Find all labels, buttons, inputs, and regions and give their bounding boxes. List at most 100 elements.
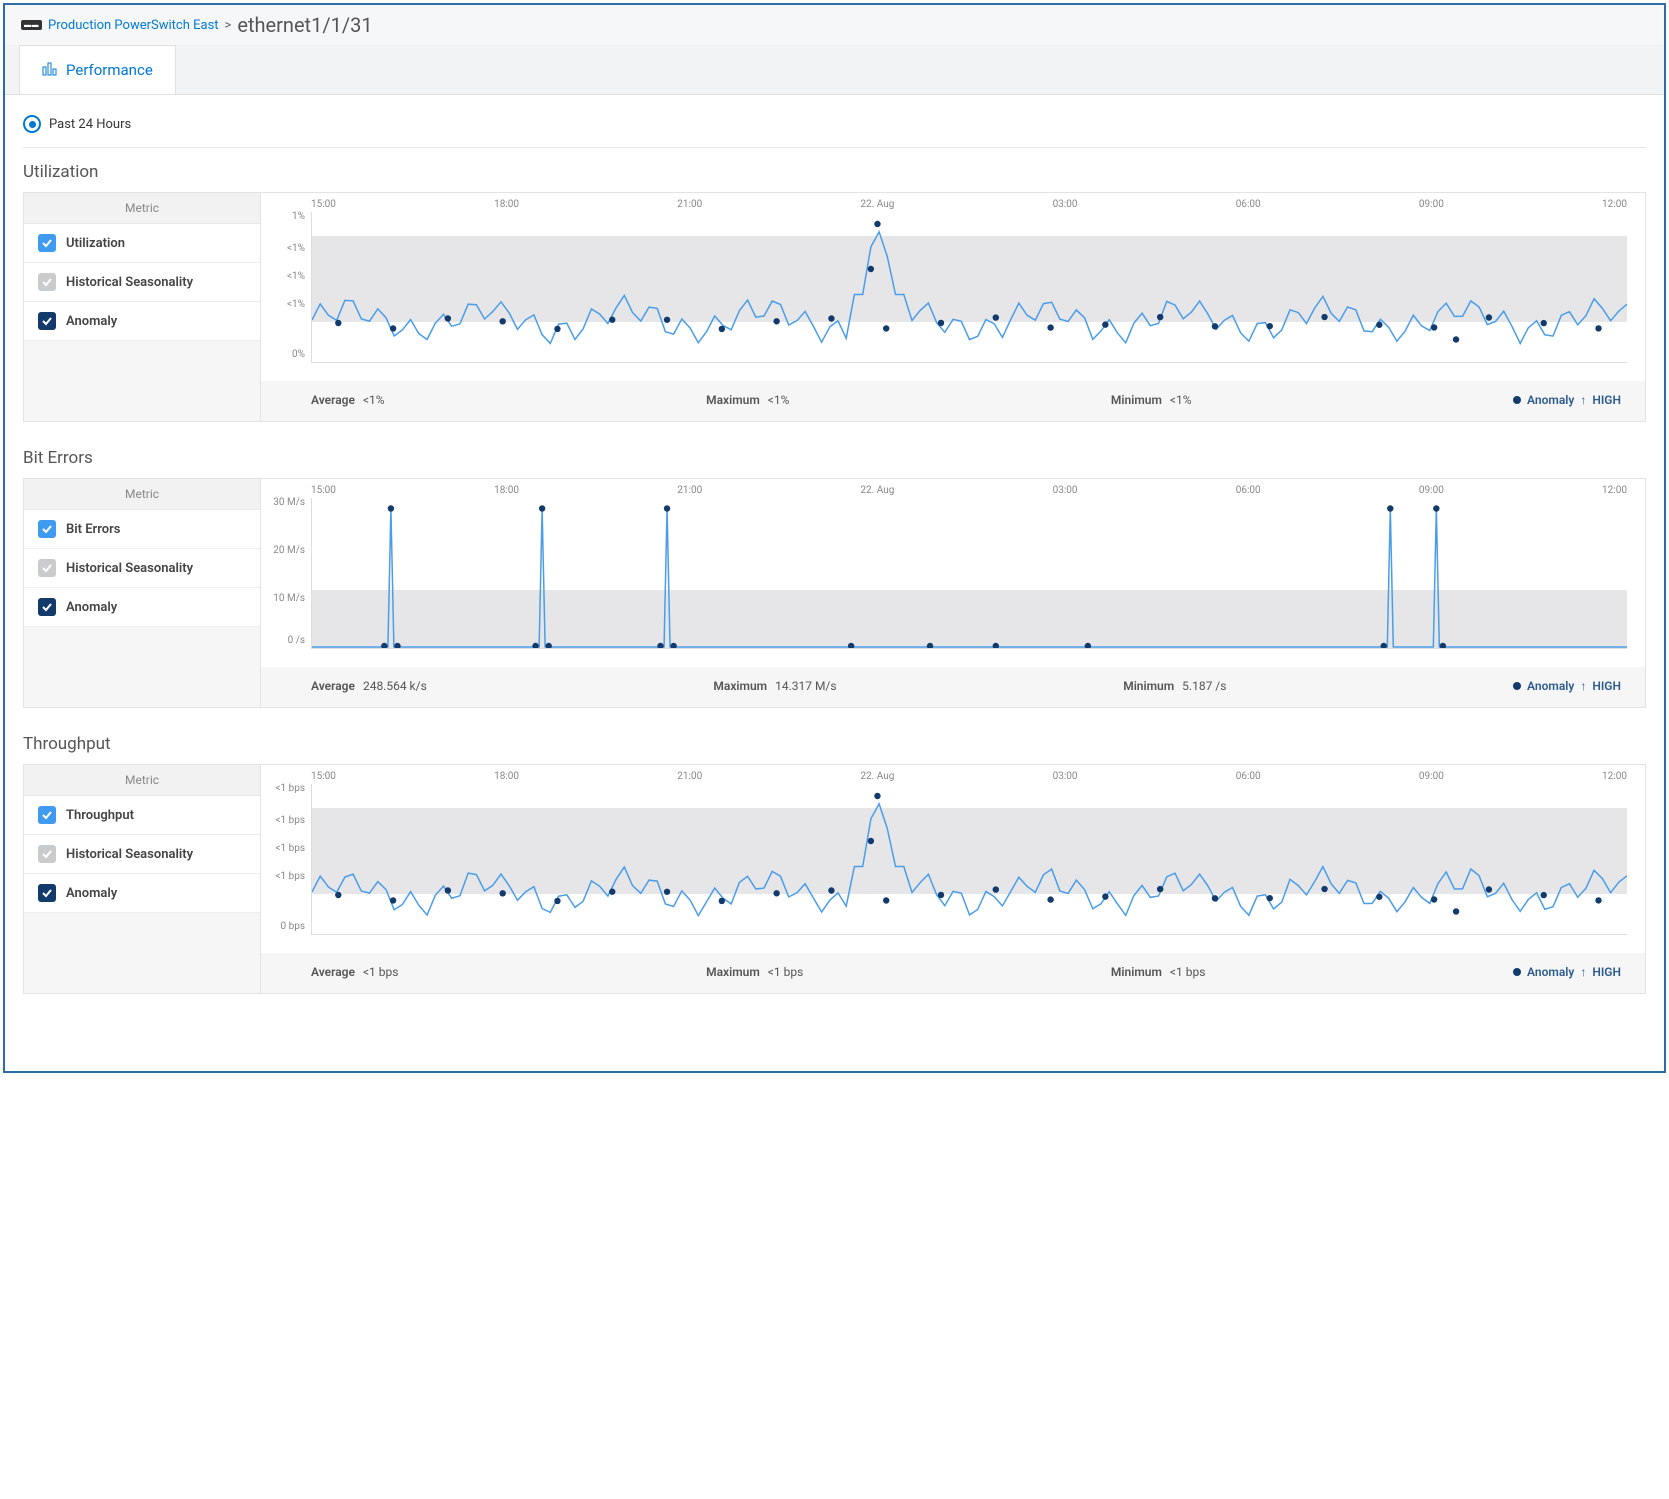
- chart-plot[interactable]: [311, 498, 1627, 649]
- y-axis-tick: <1%: [265, 299, 305, 310]
- checkbox-checked-icon: [38, 559, 56, 577]
- anomaly-label: Anomaly: [1527, 965, 1574, 979]
- section-title: Bit Errors: [23, 448, 1646, 468]
- legend-label: Bit Errors: [66, 522, 120, 537]
- tab-label: Performance: [66, 61, 153, 79]
- legend-label: Throughput: [66, 808, 134, 823]
- stat-max-value: <1 bps: [768, 965, 804, 979]
- tab-performance[interactable]: Performance: [19, 45, 176, 94]
- stat-avg-label: Average: [311, 393, 355, 407]
- checkbox-checked-icon: [38, 234, 56, 252]
- radio-selected-icon: [23, 115, 41, 133]
- stat-max-label: Maximum: [706, 393, 760, 407]
- legend-item-anomaly[interactable]: Anomaly: [24, 302, 260, 341]
- stat-avg-value: <1%: [363, 393, 385, 407]
- arrow-up-icon: ↑: [1580, 393, 1586, 407]
- legend-item-historical[interactable]: Historical Seasonality: [24, 263, 260, 302]
- legend-item-metric[interactable]: Throughput: [24, 796, 260, 835]
- checkbox-checked-icon: [38, 312, 56, 330]
- legend-item-historical[interactable]: Historical Seasonality: [24, 835, 260, 874]
- legend-label: Historical Seasonality: [66, 561, 193, 576]
- bar-chart-icon: [42, 60, 58, 80]
- metric-header: Metric: [24, 193, 260, 224]
- y-axis-tick: 30 M/s: [265, 497, 305, 508]
- anomaly-dot-icon: [1513, 396, 1521, 404]
- stat-avg-value: <1 bps: [363, 965, 399, 979]
- y-axis-tick: <1 bps: [265, 843, 305, 854]
- chart-panel: Metric Throughput Historical Seasonality An…: [23, 764, 1646, 994]
- legend-label: Historical Seasonality: [66, 275, 193, 290]
- stat-min-value: 5.187 /s: [1182, 679, 1226, 693]
- checkbox-checked-icon: [38, 273, 56, 291]
- stat-min-label: Minimum: [1111, 965, 1162, 979]
- legend-label: Anomaly: [66, 314, 117, 329]
- metric-header: Metric: [24, 765, 260, 796]
- anomaly-indicator: Anomaly ↑ HIGH: [1513, 393, 1621, 407]
- stat-max-label: Maximum: [706, 965, 760, 979]
- y-axis-tick: <1%: [265, 243, 305, 254]
- checkbox-checked-icon: [38, 884, 56, 902]
- chart-stats-bar: Average <1% Maximum <1% Minimum <1% Anomaly ↑ HI…: [261, 381, 1645, 421]
- breadcrumb-separator: >: [225, 18, 232, 33]
- legend-item-metric[interactable]: Bit Errors: [24, 510, 260, 549]
- legend-label: Anomaly: [66, 886, 117, 901]
- y-axis-tick: <1%: [265, 271, 305, 282]
- stat-min-value: <1 bps: [1170, 965, 1206, 979]
- checkbox-checked-icon: [38, 520, 56, 538]
- breadcrumb-current: ethernet1/1/31: [237, 13, 372, 37]
- device-type-badge: ▬▬: [21, 20, 42, 30]
- x-axis-ticks: 15:0018:0021:0022. Aug03:0006:0009:0012:…: [311, 771, 1627, 782]
- anomaly-dot-icon: [1513, 968, 1521, 976]
- y-axis-tick: 20 M/s: [265, 545, 305, 556]
- chart-stats-bar: Average <1 bps Maximum <1 bps Minimum <1 bps A…: [261, 953, 1645, 993]
- anomaly-dot-icon: [1513, 682, 1521, 690]
- metric-legend-column: Metric Utilization Historical Seasonality A…: [24, 193, 261, 421]
- chart-area[interactable]: 15:0018:0021:0022. Aug03:0006:0009:0012:…: [261, 479, 1645, 667]
- section-title: Utilization: [23, 162, 1646, 182]
- chart-panel: Metric Bit Errors Historical Seasonality An…: [23, 478, 1646, 708]
- anomaly-level: HIGH: [1592, 393, 1621, 407]
- anomaly-label: Anomaly: [1527, 393, 1574, 407]
- anomaly-level: HIGH: [1592, 679, 1621, 693]
- legend-label: Historical Seasonality: [66, 847, 193, 862]
- stat-avg-label: Average: [311, 679, 355, 693]
- anomaly-indicator: Anomaly↑HIGH: [1513, 965, 1621, 979]
- metric-legend-column: Metric Bit Errors Historical Seasonality An…: [24, 479, 261, 707]
- chart-area[interactable]: 15:0018:0021:0022. Aug03:0006:0009:0012:…: [261, 765, 1645, 953]
- anomaly-indicator: Anomaly ↑ HIGH: [1513, 679, 1621, 693]
- metric-legend-column: Metric Throughput Historical Seasonality An…: [24, 765, 261, 993]
- y-axis-tick: <1 bps: [265, 815, 305, 826]
- stat-max-value: 14.317 M/s: [775, 679, 836, 693]
- chart-panel: Metric Utilization Historical Seasonality A…: [23, 192, 1646, 422]
- arrow-up-icon: ↑: [1580, 679, 1586, 693]
- y-axis-tick: 1%: [265, 211, 305, 222]
- chart-plot[interactable]: [311, 212, 1627, 363]
- chart-area[interactable]: 15:0018:0021:0022. Aug03:0006:0009:0012:…: [261, 193, 1645, 381]
- time-range-selector[interactable]: Past 24 Hours: [23, 115, 1646, 148]
- checkbox-checked-icon: [38, 806, 56, 824]
- metric-header: Metric: [24, 479, 260, 510]
- stat-min-value: <1%: [1170, 393, 1192, 407]
- y-axis-tick: 0 bps: [265, 921, 305, 932]
- stat-max-value: <1%: [768, 393, 790, 407]
- y-axis-tick: <1 bps: [265, 783, 305, 794]
- y-axis-tick: 0 /s: [265, 635, 305, 646]
- breadcrumb-device-link[interactable]: Production PowerSwitch East: [48, 18, 219, 33]
- time-range-label: Past 24 Hours: [49, 117, 131, 132]
- tab-bar: Performance: [5, 45, 1664, 95]
- stat-min-label: Minimum: [1111, 393, 1162, 407]
- chart-plot[interactable]: [311, 784, 1627, 935]
- checkbox-checked-icon: [38, 598, 56, 616]
- legend-item-anomaly[interactable]: Anomaly: [24, 874, 260, 913]
- legend-item-anomaly[interactable]: Anomaly: [24, 588, 260, 627]
- stat-avg-label: Average: [311, 965, 355, 979]
- legend-item-historical[interactable]: Historical Seasonality: [24, 549, 260, 588]
- checkbox-checked-icon: [38, 845, 56, 863]
- anomaly-level: HIGH: [1592, 965, 1621, 979]
- y-axis-tick: 10 M/s: [265, 593, 305, 604]
- x-axis-ticks: 15:0018:0021:0022. Aug03:0006:0009:0012:…: [311, 485, 1627, 496]
- breadcrumb: ▬▬ Production PowerSwitch East > etherne…: [5, 5, 1664, 45]
- legend-label: Utilization: [66, 236, 125, 251]
- anomaly-label: Anomaly: [1527, 679, 1574, 693]
- legend-item-metric[interactable]: Utilization: [24, 224, 260, 263]
